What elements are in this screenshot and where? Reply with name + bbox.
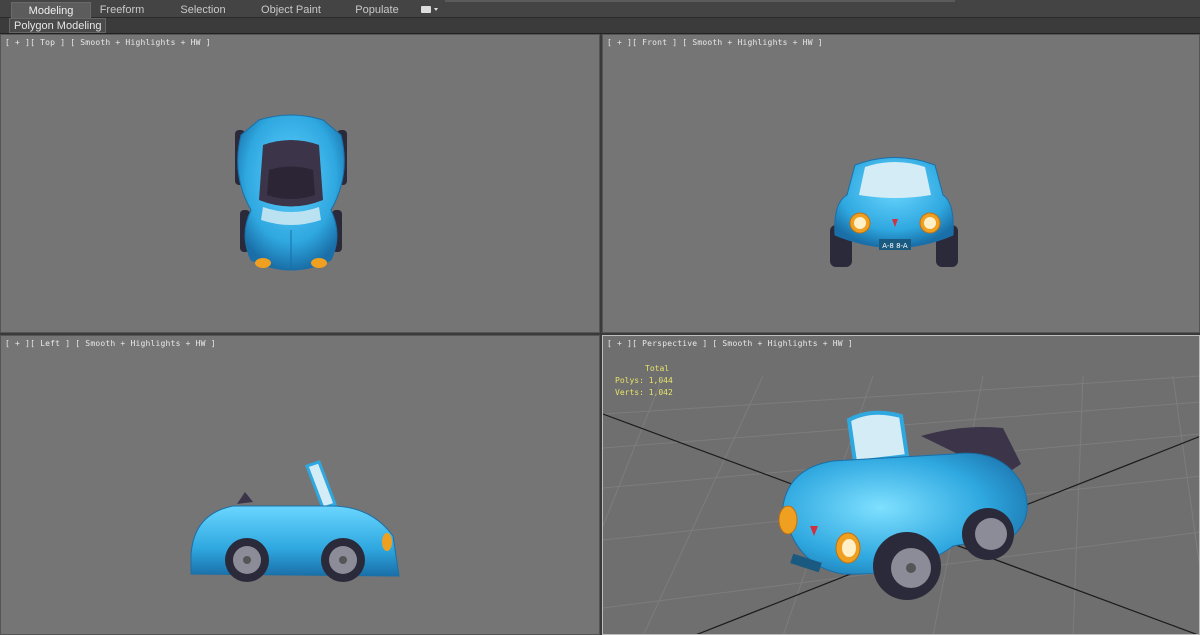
polygon-modeling-panel-button[interactable]: Polygon Modeling bbox=[9, 18, 107, 33]
car-model-perspective bbox=[778, 410, 1028, 600]
ribbon-options-icon bbox=[421, 6, 431, 13]
ribbon-tab-bar: Modeling Freeform Selection Object Paint… bbox=[0, 0, 1200, 18]
car-model-left-view[interactable] bbox=[1, 336, 600, 635]
viewport-top[interactable]: [ + ][ Top ] [ Smooth + Highlights + HW … bbox=[0, 34, 600, 333]
perspective-scene[interactable] bbox=[603, 336, 1200, 635]
viewport-front[interactable]: [ + ][ Front ] [ Smooth + Highlights + H… bbox=[602, 34, 1200, 333]
ribbon-options-button[interactable] bbox=[421, 4, 439, 15]
ribbon-panel-bar: Polygon Modeling bbox=[0, 18, 1200, 34]
chevron-down-icon bbox=[434, 8, 438, 11]
tab-freeform[interactable]: Freeform bbox=[92, 2, 152, 18]
tab-modeling[interactable]: Modeling bbox=[11, 2, 91, 18]
tab-selection[interactable]: Selection bbox=[172, 2, 234, 18]
car-model-front-view[interactable]: A-8 8-A bbox=[603, 35, 1200, 333]
license-plate: A-8 8-A bbox=[882, 242, 908, 250]
viewport-perspective[interactable]: [ + ][ Perspective ] [ Smooth + Highligh… bbox=[602, 335, 1200, 635]
tab-object-paint[interactable]: Object Paint bbox=[256, 2, 326, 18]
car-model-top-view[interactable] bbox=[1, 35, 600, 333]
viewport-left[interactable]: [ + ][ Left ] [ Smooth + Highlights + HW… bbox=[0, 335, 600, 635]
tab-populate[interactable]: Populate bbox=[350, 2, 404, 18]
ribbon-separator bbox=[445, 0, 955, 2]
